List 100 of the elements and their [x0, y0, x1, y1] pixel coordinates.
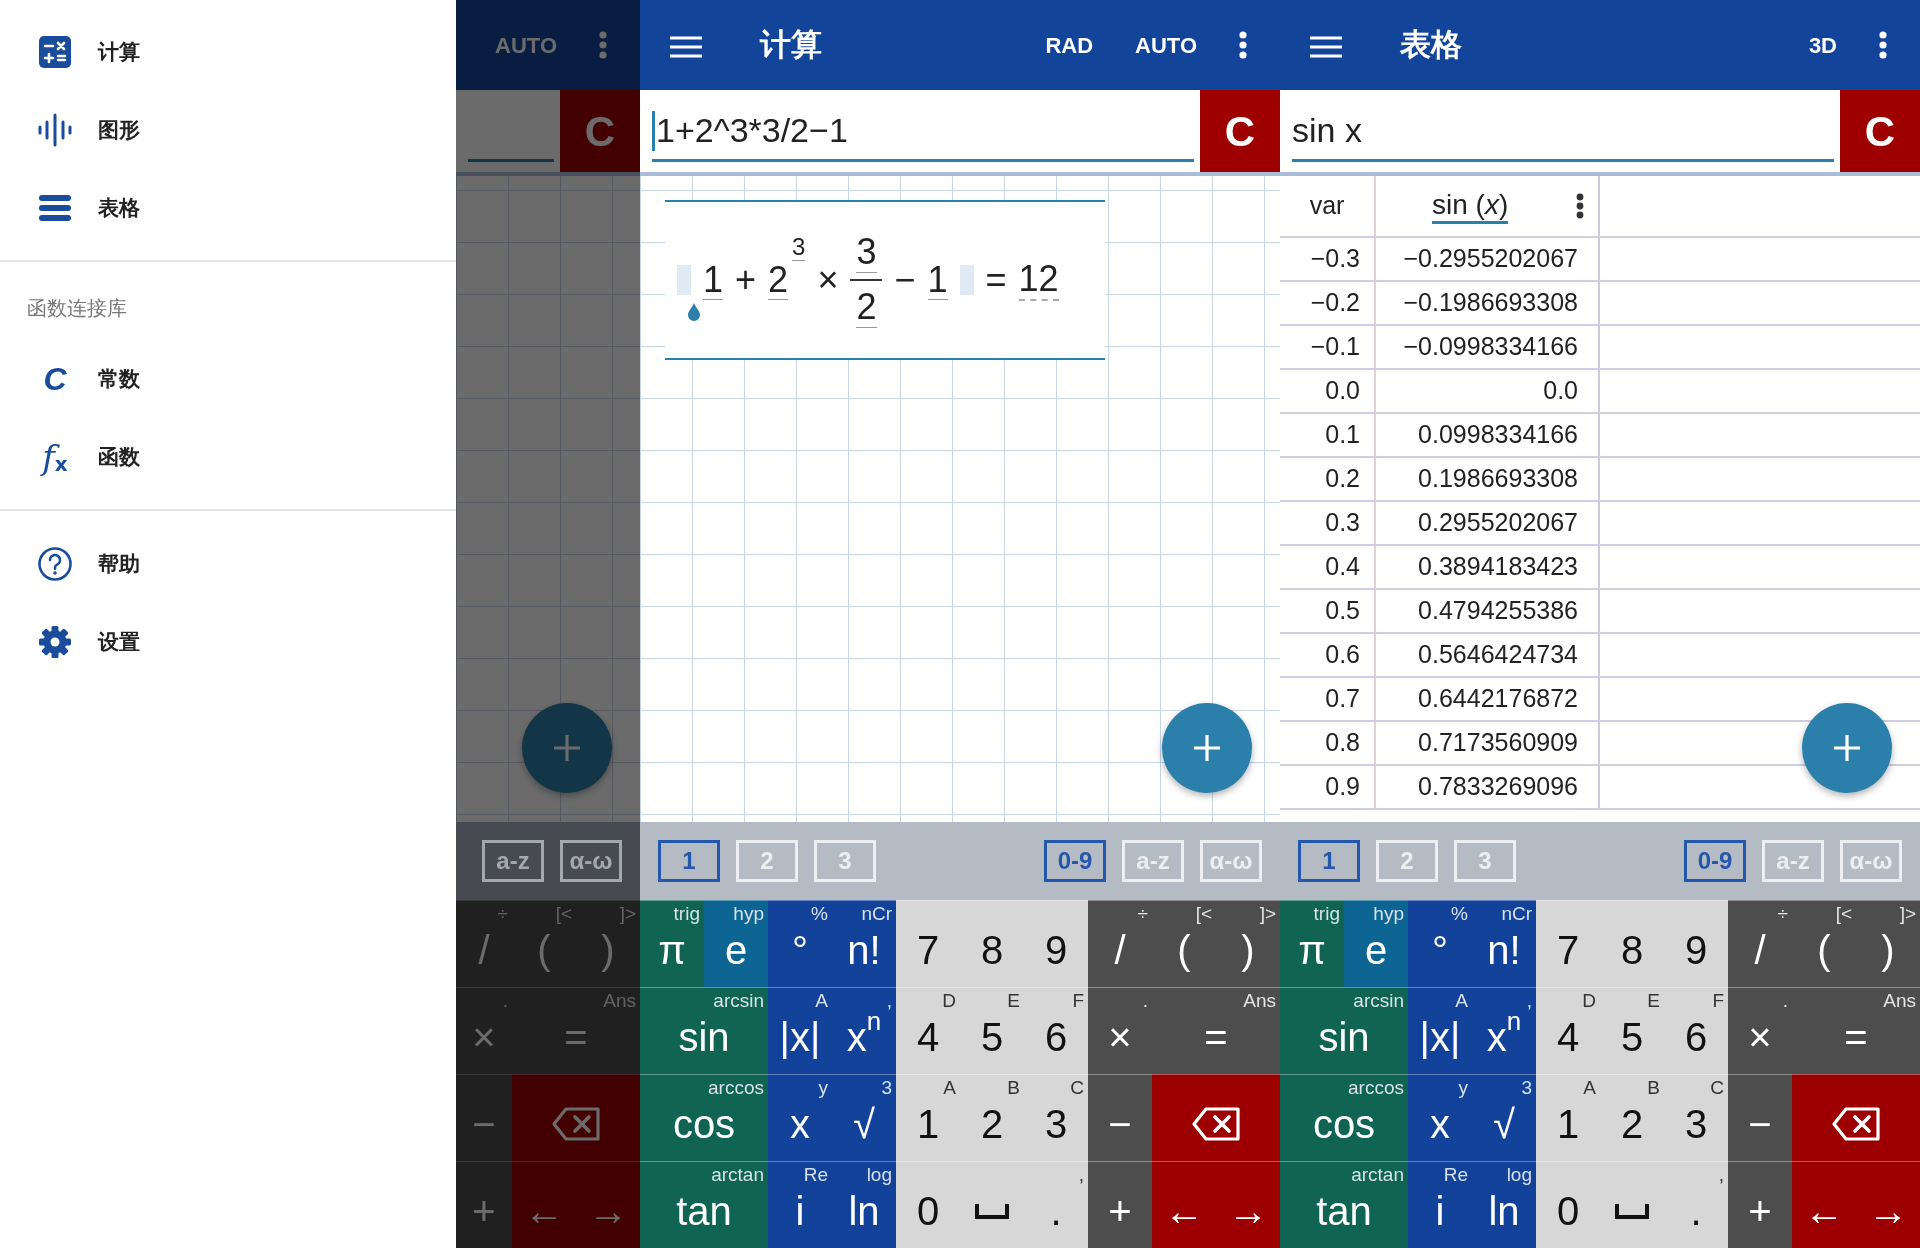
shift-label: Ans: [1243, 990, 1276, 1012]
keypad-key[interactable]: 9: [1024, 900, 1088, 987]
keypad-key[interactable]: A 1: [1536, 1074, 1600, 1161]
more-icon[interactable]: [1239, 31, 1247, 59]
backspace-key[interactable]: [1792, 1074, 1920, 1161]
drawer-item[interactable]: 常数: [98, 363, 140, 395]
keypad-key[interactable]: ÷ /: [1088, 900, 1152, 987]
keypad-key[interactable]: 7: [896, 900, 960, 987]
keypad-key[interactable]: E 5: [1600, 987, 1664, 1074]
keypad-key[interactable]: , .: [1024, 1161, 1088, 1248]
drawer-item[interactable]: 函数: [98, 441, 140, 473]
keypad-key[interactable]: % °: [768, 900, 832, 987]
keypad-key[interactable]: arctan tan: [1280, 1161, 1408, 1248]
keypad-key[interactable]: 9: [1664, 900, 1728, 987]
keypad-key[interactable]: , x$^{n}$: [832, 987, 896, 1074]
keypad-key[interactable]: Re i: [1408, 1161, 1472, 1248]
keypad-key[interactable]: , x$^{n}$: [1472, 987, 1536, 1074]
keypad-key[interactable]: nCr n!: [832, 900, 896, 987]
keyboard-tab[interactable]: 1: [1298, 840, 1360, 882]
keypad-key[interactable]: B 2: [960, 1074, 1024, 1161]
keypad-key[interactable]: ]> ): [1856, 900, 1920, 987]
keypad-key[interactable]: C 3: [1664, 1074, 1728, 1161]
more-icon[interactable]: [1879, 31, 1887, 59]
keypad-key[interactable]: →: [1216, 1161, 1280, 1248]
shift-label: Re: [1443, 1164, 1468, 1186]
keyboard-tab[interactable]: α-ω: [560, 840, 622, 882]
drawer-item[interactable]: 计算: [98, 36, 140, 68]
keypad-key[interactable]: 8: [960, 900, 1024, 987]
keypad-key[interactable]: 0: [896, 1161, 960, 1248]
keypad-key[interactable]: 3 √: [832, 1074, 896, 1161]
keyboard-tab[interactable]: 0-9: [1684, 840, 1746, 882]
keypad-key[interactable]: trig π: [640, 900, 704, 987]
keypad-key[interactable]: E 5: [960, 987, 1024, 1074]
keypad-key[interactable]: F 6: [1664, 987, 1728, 1074]
keyboard-tab[interactable]: a-z: [482, 840, 544, 882]
drawer-item[interactable]: 设置: [98, 626, 140, 658]
toolbar-button[interactable]: 3D: [1808, 28, 1837, 62]
keypad-key[interactable]: log ln: [832, 1161, 896, 1248]
keypad-key[interactable]: , .: [1664, 1161, 1728, 1248]
toolbar-button[interactable]: AUTO: [1135, 28, 1197, 62]
keypad-key[interactable]: nCr n!: [1472, 900, 1536, 987]
backspace-key[interactable]: [1152, 1074, 1280, 1161]
keypad-key[interactable]: ]> ): [1216, 900, 1280, 987]
keypad-key[interactable]: arccos cos: [640, 1074, 768, 1161]
keypad-key[interactable]: −: [1088, 1074, 1152, 1161]
drawer-item[interactable]: 表格: [98, 192, 140, 224]
keyboard-tab[interactable]: 0-9: [1044, 840, 1106, 882]
clear-button[interactable]: C: [1200, 90, 1280, 172]
keypad-key[interactable]: 3 √: [1472, 1074, 1536, 1161]
cursor-handle[interactable]: [686, 302, 702, 322]
input-field[interactable]: sin x: [1292, 102, 1834, 162]
keypad-key[interactable]: D 4: [896, 987, 960, 1074]
input-field[interactable]: 1+2^3*3/2−1: [652, 102, 1194, 162]
keypad-key[interactable]: [< (: [1152, 900, 1216, 987]
keypad-key[interactable]: +: [1728, 1161, 1792, 1248]
menu-icon[interactable]: [1310, 34, 1342, 59]
keypad-key[interactable]: % °: [1408, 900, 1472, 987]
menu-icon[interactable]: [670, 34, 702, 59]
keypad-key[interactable]: D 4: [1536, 987, 1600, 1074]
keypad-key[interactable]: hyp e: [1344, 900, 1408, 987]
space-icon: [1614, 1202, 1650, 1220]
keypad-key[interactable]: 0: [1536, 1161, 1600, 1248]
keypad-key[interactable]: log ln: [1472, 1161, 1536, 1248]
keypad-key[interactable]: y x: [1408, 1074, 1472, 1161]
keypad-key[interactable]: trig π: [1280, 900, 1344, 987]
keypad-key[interactable]: −: [1728, 1074, 1792, 1161]
keypad-key[interactable]: hyp e: [704, 900, 768, 987]
drawer-item[interactable]: 图形: [98, 114, 140, 146]
keypad-key[interactable]: . ×: [1088, 987, 1152, 1074]
keypad-key[interactable]: arccos cos: [1280, 1074, 1408, 1161]
keypad-key[interactable]: arctan tan: [640, 1161, 768, 1248]
keypad-key[interactable]: y x: [768, 1074, 832, 1161]
shift-label: [<: [1835, 903, 1852, 925]
keypad-key[interactable]: A |x|: [768, 987, 832, 1074]
keypad-key[interactable]: Re i: [768, 1161, 832, 1248]
drawer-item[interactable]: 帮助: [98, 548, 140, 580]
more-icon[interactable]: [1576, 193, 1584, 219]
keypad-key[interactable]: F 6: [1024, 987, 1088, 1074]
keypad-key[interactable]: ←: [1792, 1161, 1856, 1248]
keypad-key[interactable]: 8: [1600, 900, 1664, 987]
clear-button[interactable]: C: [1840, 90, 1920, 172]
keypad-key[interactable]: C 3: [1024, 1074, 1088, 1161]
keypad-key[interactable]: ←: [1152, 1161, 1216, 1248]
keypad-key[interactable]: [< (: [1792, 900, 1856, 987]
keypad-key[interactable]: arcsin sin: [1280, 987, 1408, 1074]
toolbar-button[interactable]: RAD: [1045, 28, 1094, 62]
keypad-key[interactable]: +: [1088, 1161, 1152, 1248]
keypad-key[interactable]: Ans =: [1152, 987, 1280, 1074]
keypad-key[interactable]: →: [1856, 1161, 1920, 1248]
column-header[interactable]: sin (x): [1432, 187, 1509, 225]
keyboard-tab[interactable]: 1: [658, 840, 720, 882]
shift-label: A: [1455, 990, 1468, 1012]
keypad-key[interactable]: ÷ /: [1728, 900, 1792, 987]
keypad-key[interactable]: 7: [1536, 900, 1600, 987]
keypad-key[interactable]: B 2: [1600, 1074, 1664, 1161]
keypad-key[interactable]: Ans =: [1792, 987, 1920, 1074]
keypad-key[interactable]: arcsin sin: [640, 987, 768, 1074]
keypad-key[interactable]: A 1: [896, 1074, 960, 1161]
keypad-key[interactable]: . ×: [1728, 987, 1792, 1074]
keypad-key[interactable]: A |x|: [1408, 987, 1472, 1074]
